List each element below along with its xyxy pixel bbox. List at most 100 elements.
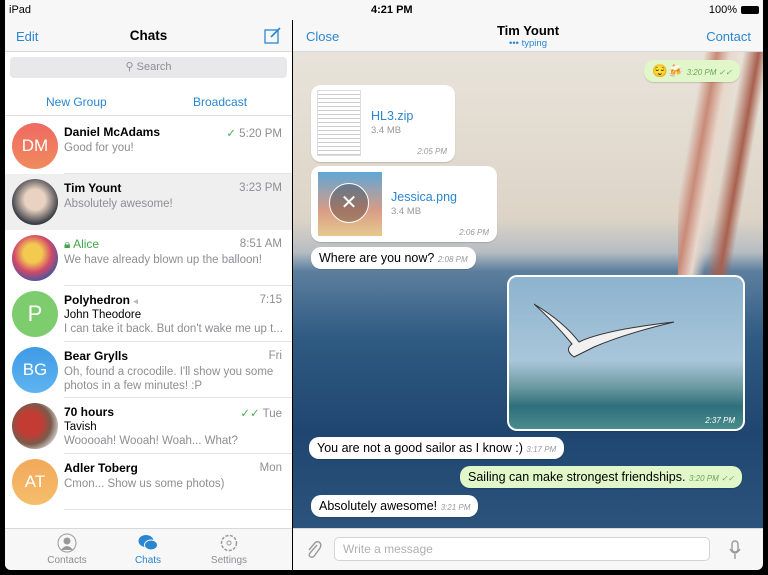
message-input[interactable]: Write a message	[334, 537, 710, 561]
photo-message[interactable]: 2:37 PM	[507, 275, 745, 431]
chat-preview: Good for you!	[64, 142, 134, 154]
chat-row-adler[interactable]: AT Adler Toberg Mon Cmon... Show us some…	[5, 454, 292, 510]
avatar	[12, 179, 58, 225]
page-title: Chats	[129, 28, 168, 43]
double-check-icon: ✓✓	[716, 68, 733, 77]
avatar: P	[12, 291, 58, 337]
chat-list-panel: Edit Chats ⚲ Search New Group Broadcast …	[5, 20, 292, 570]
message-in: Absolutely awesome! 3:21 PM	[311, 495, 479, 517]
chat-time: 7:15	[259, 294, 282, 306]
avatar: BG	[12, 347, 58, 393]
file-size: 3.4 MB	[371, 125, 402, 136]
message-time: 3:21 PM	[440, 503, 471, 512]
message-text: You are not a good sailor as I know :)	[317, 441, 523, 455]
chat-time: Tue	[262, 408, 282, 420]
search-placeholder: Search	[136, 61, 172, 73]
message-text: 😌🍻	[652, 64, 684, 78]
message-text: Sailing can make strongest friendships.	[468, 470, 686, 484]
chat-name: Alice	[73, 237, 100, 251]
message-text: Where are you now?	[319, 251, 435, 265]
compose-icon[interactable]	[264, 26, 282, 44]
chat-row-polyhedron[interactable]: P Polyhedron ◂ 7:15 John Theodore I can …	[5, 286, 292, 342]
file-size: 3.4 MB	[391, 206, 422, 217]
chat-row-70-hours[interactable]: 70 hours ✓✓ Tue Tavish Wooooah! Wooah! W…	[5, 398, 292, 454]
chat-name: Polyhedron	[64, 293, 131, 307]
file-message[interactable]: HL3.zip 3.4 MB 2:05 PM	[311, 85, 455, 162]
message-text: Absolutely awesome!	[319, 499, 438, 513]
chat-preview: Absolutely awesome!	[64, 198, 173, 210]
seagull-image	[534, 303, 675, 358]
device-label: iPad	[9, 4, 32, 16]
microphone-icon[interactable]	[729, 540, 741, 560]
broadcast-button[interactable]: Broadcast	[193, 95, 247, 109]
chat-preview: Cmon... Show us some photos)	[64, 478, 225, 490]
message-time: 2:37 PM	[705, 416, 735, 425]
conversation-panel: Close Tim Yount ••• typing Contact 😌🍻 3:…	[293, 20, 763, 570]
image-thumbnail: ✕	[318, 172, 382, 236]
chat-time: Fri	[268, 350, 282, 362]
chat-preview: Oh, found a crocodile. I'll show you som…	[64, 366, 274, 378]
list-actions: New Group Broadcast	[5, 88, 292, 116]
chat-sender: John Theodore	[64, 309, 142, 321]
message-time: 3:17 PM	[526, 445, 557, 454]
document-thumbnail	[317, 90, 361, 156]
tab-bar: Contacts Chats Settings	[5, 528, 292, 570]
cancel-download-icon[interactable]: ✕	[329, 183, 369, 223]
double-check-icon: ✓✓	[240, 408, 260, 420]
typing-indicator-icon: •••	[509, 38, 522, 49]
tab-chats[interactable]: Chats	[108, 533, 188, 566]
muted-icon: ◂	[133, 296, 138, 306]
chat-row-tim[interactable]: Tim Yount 3:23 PM Absolutely awesome!	[5, 174, 292, 230]
divider	[64, 509, 292, 510]
person-icon	[57, 533, 77, 553]
avatar: AT	[12, 459, 58, 505]
tab-label: Settings	[210, 555, 248, 566]
lock-icon: 🔒︎	[64, 237, 71, 251]
status-bar: iPad 4:21 PM 100%	[5, 0, 763, 20]
chat-name: Adler Toberg	[64, 461, 138, 475]
chat-row-alice[interactable]: 🔒︎ Alice 8:51 AM We have already blown u…	[5, 230, 292, 286]
message-time: 2:08 PM	[437, 255, 468, 264]
message-in: Where are you now? 2:08 PM	[311, 247, 476, 269]
chat-name: Tim Yount	[64, 181, 122, 195]
chat-preview: I can take it back. But don't wake me up…	[64, 323, 283, 335]
search-input[interactable]: ⚲ Search	[10, 57, 287, 78]
tab-label: Chats	[134, 555, 162, 566]
tab-settings[interactable]: Settings	[189, 533, 269, 566]
avatar	[12, 235, 58, 281]
message-time: 2:06 PM	[459, 228, 489, 237]
contact-button[interactable]: Contact	[706, 29, 751, 44]
new-group-button[interactable]: New Group	[46, 95, 107, 109]
message-out: 😌🍻 3:20 PM ✓✓	[644, 60, 741, 82]
chat-time: 3:23 PM	[239, 182, 282, 194]
message-out: Sailing can make strongest friendships. …	[460, 466, 743, 488]
typing-status: typing	[521, 38, 547, 49]
chat-row-bear[interactable]: BG Bear Grylls Fri Oh, found a crocodile…	[5, 342, 292, 398]
chat-sender: Tavish	[64, 421, 97, 433]
conversation-title: Tim Yount	[496, 23, 560, 38]
clock: 4:21 PM	[371, 4, 413, 16]
file-name[interactable]: HL3.zip	[371, 109, 413, 123]
sailboat-mast	[678, 52, 763, 282]
check-icon: ✓	[226, 128, 236, 140]
file-name[interactable]: Jessica.png	[391, 190, 457, 204]
chat-bubbles-icon	[138, 535, 158, 551]
avatar	[12, 403, 58, 449]
tab-contacts[interactable]: Contacts	[27, 533, 107, 566]
battery-icon	[741, 6, 759, 14]
chat-preview-2: photos in a few minutes! :P	[64, 380, 203, 392]
chat-time: Mon	[259, 462, 282, 474]
message-time: 3:20 PM	[688, 474, 719, 483]
attach-icon[interactable]	[306, 540, 322, 560]
chat-list-header: Edit Chats	[5, 20, 292, 52]
battery-percent: 100%	[708, 4, 737, 16]
chat-preview: We have already blown up the balloon!	[64, 254, 262, 266]
message-placeholder: Write a message	[343, 542, 433, 556]
image-file-message[interactable]: ✕ Jessica.png 3.4 MB 2:06 PM	[311, 166, 497, 242]
tab-label: Contacts	[47, 555, 87, 566]
message-time: 3:20 PM	[686, 68, 717, 77]
chat-name: 70 hours	[64, 405, 115, 419]
chat-row-daniel[interactable]: DM Daniel McAdams ✓ 5:20 PM Good for you…	[5, 118, 292, 174]
chat-name: Daniel McAdams	[64, 125, 161, 139]
message-in: You are not a good sailor as I know :) 3…	[309, 437, 565, 459]
